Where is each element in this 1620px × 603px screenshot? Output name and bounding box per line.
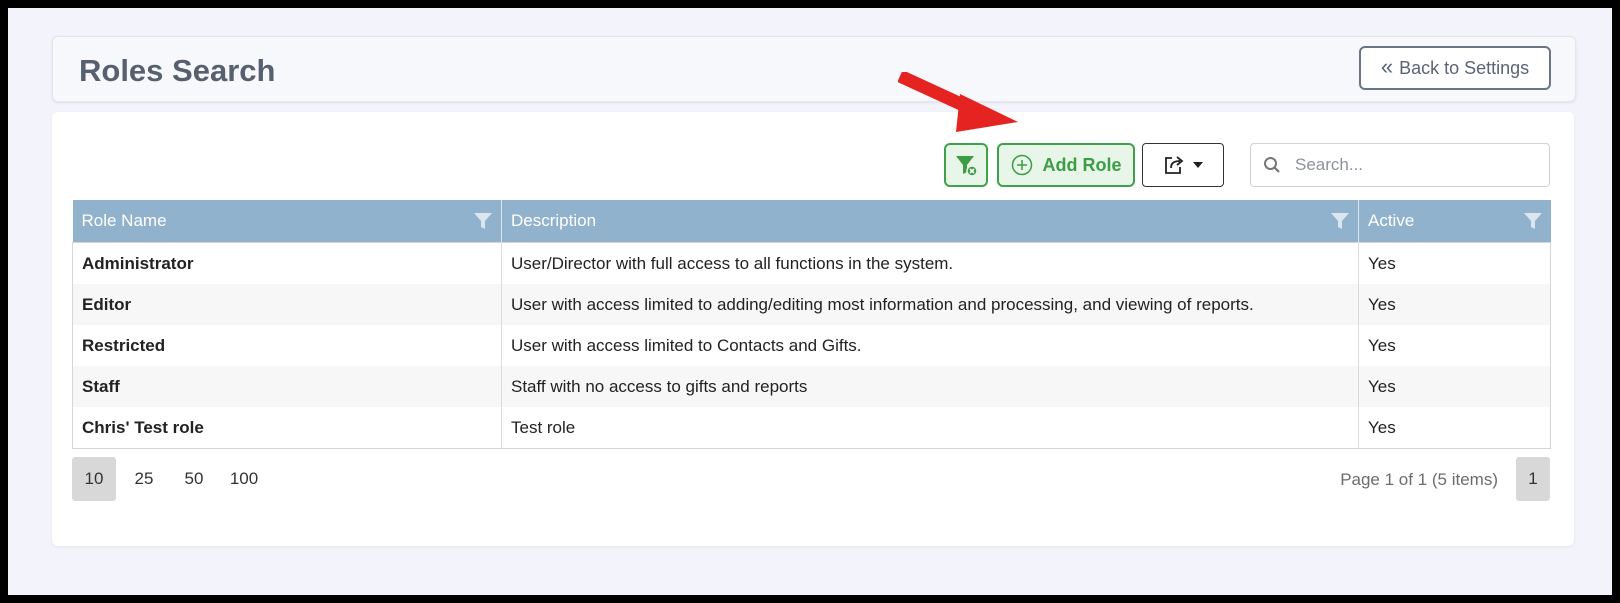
caret-down-icon — [1193, 162, 1203, 168]
table-row[interactable]: Administrator User/Director with full ac… — [72, 242, 1551, 284]
export-icon — [1165, 156, 1184, 174]
page-size-option[interactable]: 50 — [172, 457, 216, 501]
role-name-cell: Staff — [72, 366, 502, 407]
search-input[interactable] — [1293, 154, 1527, 176]
active-cell: Yes — [1368, 253, 1396, 273]
column-header-description[interactable]: Description — [501, 200, 1359, 243]
table-row[interactable]: Editor User with access limited to addin… — [72, 284, 1551, 325]
page-title: Roles Search — [79, 53, 276, 88]
add-role-label: Add Role — [1042, 154, 1122, 175]
pagination-info: Page 1 of 1 (5 items) — [1340, 470, 1498, 489]
roles-panel: Add Role Search... Role Name Description… — [52, 112, 1574, 546]
column-header-role-name[interactable]: Role Name — [72, 200, 502, 243]
red-arrow-annotation — [898, 72, 1018, 132]
double-chevron-left-icon: « — [1380, 53, 1394, 79]
column-label: Active — [1368, 211, 1415, 230]
column-filter-icon[interactable] — [473, 211, 493, 231]
table-row[interactable]: Restricted User with access limited to C… — [72, 325, 1551, 366]
add-role-button[interactable]: Add Role — [997, 143, 1135, 187]
column-header-active[interactable]: Active — [1358, 200, 1551, 243]
role-name-cell: Restricted — [72, 325, 502, 366]
back-to-settings-button[interactable]: « Back to Settings — [1359, 46, 1551, 90]
description-cell: Test role — [501, 407, 1359, 449]
role-name-cell: Editor — [72, 284, 502, 325]
role-name-cell: Administrator — [72, 242, 502, 284]
clear-filter-button[interactable] — [944, 143, 988, 187]
column-filter-icon[interactable] — [1523, 211, 1543, 231]
back-to-settings-label: Back to Settings — [1399, 57, 1530, 78]
column-label: Role Name — [81, 211, 167, 230]
column-label: Description — [511, 211, 597, 230]
description-cell: User with access limited to Contacts and… — [501, 325, 1359, 366]
export-dropdown-button[interactable] — [1142, 143, 1224, 187]
column-filter-icon[interactable] — [1330, 211, 1350, 231]
description-cell: User/Director with full access to all fu… — [501, 242, 1359, 284]
filter-clear-icon — [956, 156, 978, 177]
page-size-option[interactable]: 25 — [122, 457, 166, 501]
description-cell: User with access limited to adding/editi… — [501, 284, 1359, 325]
page-size-option[interactable]: 100 — [222, 457, 266, 501]
table-row[interactable]: Staff Staff with no access to gifts and … — [72, 366, 1551, 407]
plus-circle-icon — [1011, 154, 1032, 176]
search-box[interactable] — [1250, 143, 1550, 187]
table-row[interactable]: Chris' Test role Test role Yes — [72, 407, 1551, 449]
table-header-row: Role Name Description Active — [72, 200, 1551, 243]
active-cell: Yes — [1358, 366, 1551, 407]
app-frame: Roles Search « Back to Settings Add Role — [8, 8, 1612, 595]
active-cell: Yes — [1368, 417, 1396, 437]
active-cell: Yes — [1358, 284, 1551, 325]
page-size-selector: 10 25 50 100 — [72, 457, 266, 501]
page-number-button[interactable]: 1 — [1516, 457, 1550, 501]
page-size-option[interactable]: 10 — [72, 457, 116, 501]
search-icon — [1264, 157, 1280, 173]
page-header: Roles Search « Back to Settings — [52, 36, 1576, 102]
roles-table: Role Name Description Active Administrat — [72, 200, 1551, 449]
role-name-cell: Chris' Test role — [72, 407, 502, 449]
active-cell: Yes — [1368, 335, 1396, 355]
description-cell: Staff with no access to gifts and report… — [501, 366, 1359, 407]
